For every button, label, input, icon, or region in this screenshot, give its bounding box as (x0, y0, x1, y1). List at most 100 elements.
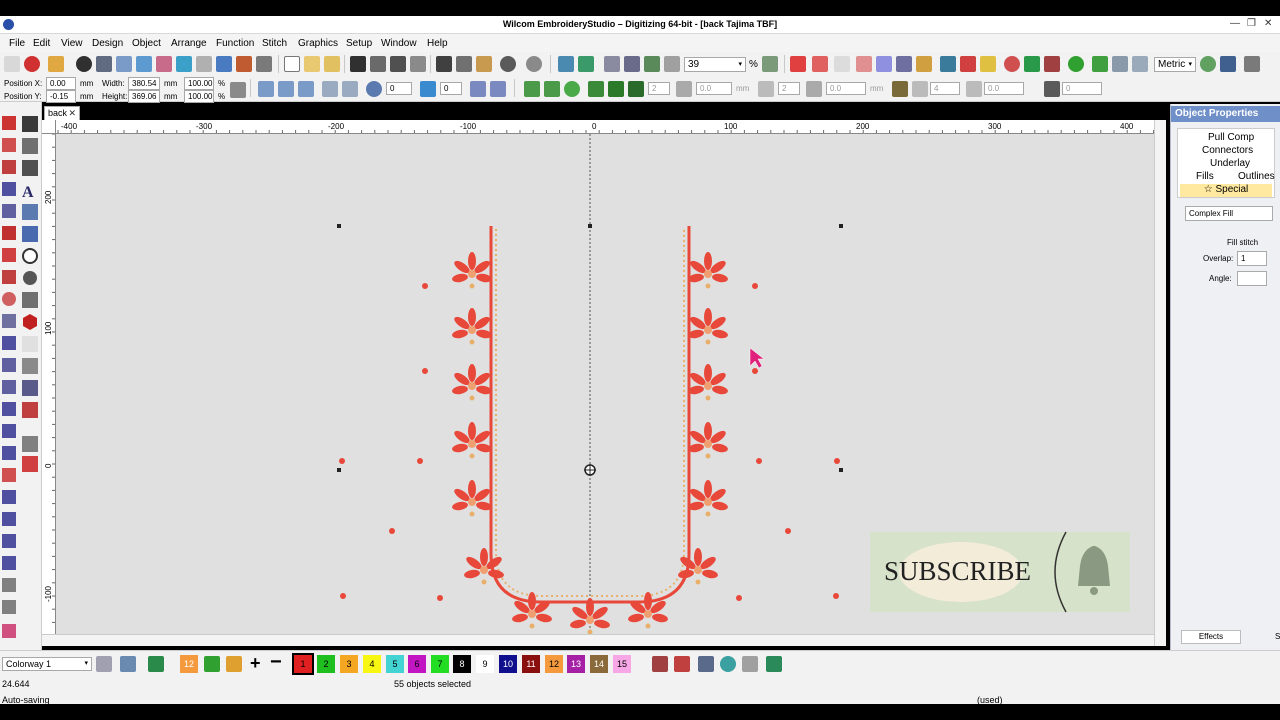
color-swatch[interactable]: 8 (453, 655, 471, 673)
dot-motif[interactable] (339, 458, 345, 464)
lettering-icon[interactable] (1004, 56, 1020, 72)
menu-arrange[interactable]: Arrange (171, 38, 207, 49)
menu-object[interactable]: Object (132, 38, 161, 49)
mirror-horizontal-icon[interactable] (524, 81, 540, 97)
selection-handle[interactable] (337, 224, 341, 228)
radius-icon[interactable] (966, 81, 982, 97)
width-field[interactable]: 380.54 (128, 77, 160, 90)
spacing-field-a[interactable]: 2 (648, 82, 670, 95)
column-icon[interactable] (806, 81, 822, 97)
monogram-tool[interactable] (22, 204, 38, 220)
spacing-field-b[interactable]: 0.0 (696, 82, 732, 95)
color-swatch[interactable]: 12 (545, 655, 563, 673)
dot-motif[interactable] (752, 283, 758, 289)
units-select[interactable]: Metric ▾ (1154, 57, 1196, 72)
vertical-scrollbar[interactable] (1154, 120, 1166, 646)
spacing-field-g[interactable]: 0 (1062, 82, 1102, 95)
flower-motif[interactable] (451, 252, 493, 289)
menu-function[interactable]: Function (216, 38, 254, 49)
flower-motif[interactable] (687, 422, 729, 459)
open-folder-icon[interactable] (304, 56, 320, 72)
row-icon[interactable] (758, 81, 774, 97)
scissors-tool[interactable] (2, 578, 16, 592)
colorway-grid-icon[interactable] (120, 656, 136, 672)
trueview-icon[interactable] (604, 56, 620, 72)
color-swatch[interactable]: 10 (499, 655, 517, 673)
dot-motif[interactable] (752, 368, 758, 374)
tab-underlay[interactable]: Underlay (1210, 158, 1250, 169)
rect-tool[interactable] (2, 468, 16, 482)
color-palette-icon[interactable] (652, 656, 668, 672)
color-swatch[interactable]: 1 (292, 653, 314, 675)
array-icon[interactable] (608, 81, 624, 97)
knife-tool[interactable] (22, 138, 38, 154)
hoop-view-icon[interactable] (1092, 56, 1108, 72)
dot-motif[interactable] (834, 458, 840, 464)
minimize-icon[interactable]: — (1230, 18, 1240, 29)
scale-width-field[interactable]: 100.00 (184, 77, 214, 90)
pointer-tool[interactable] (2, 116, 16, 130)
freehand-tool[interactable] (2, 534, 16, 548)
slash-icon[interactable] (698, 656, 714, 672)
menu-design[interactable]: Design (92, 38, 123, 49)
count-icon[interactable] (912, 81, 928, 97)
dot-motif[interactable] (340, 593, 346, 599)
thread-chart-icon[interactable] (674, 656, 690, 672)
color-wheel-icon[interactable] (720, 656, 736, 672)
dot-motif[interactable] (785, 528, 791, 534)
color-swatch[interactable]: 13 (567, 655, 585, 673)
ring-tool[interactable] (23, 271, 37, 285)
color-swatch[interactable]: 14 (590, 655, 608, 673)
kaleidoscope-icon[interactable] (588, 81, 604, 97)
star-icon[interactable] (980, 56, 996, 72)
tab-pull-comp[interactable]: Pull Comp (1208, 132, 1254, 143)
lettering-tool[interactable]: A (22, 184, 34, 201)
color-swatch[interactable]: 6 (408, 655, 426, 673)
heart-tool[interactable] (2, 624, 16, 638)
flower-motif[interactable] (451, 480, 493, 517)
info-icon[interactable] (76, 56, 92, 72)
frame-icon[interactable] (176, 56, 192, 72)
selection-handle[interactable] (839, 224, 843, 228)
connectors-view-icon[interactable] (644, 56, 660, 72)
dot-motif[interactable] (736, 595, 742, 601)
mirror-field[interactable]: 0 (440, 82, 462, 95)
blank-tool[interactable] (22, 336, 38, 352)
menu-file[interactable]: File (9, 38, 25, 49)
hand-icon[interactable] (664, 56, 680, 72)
sewing-tool[interactable] (22, 436, 38, 452)
undo-icon[interactable] (500, 56, 516, 72)
center-icon[interactable] (564, 81, 580, 97)
selection-handle[interactable] (839, 468, 843, 472)
reshape-icon[interactable] (490, 81, 506, 97)
arrow-icon[interactable] (1220, 56, 1236, 72)
document-tab[interactable]: back ✕ (44, 106, 80, 120)
ellipse-tool[interactable] (2, 490, 16, 504)
menu-setup[interactable]: Setup (346, 38, 372, 49)
input-c-tool[interactable] (2, 270, 16, 284)
thread-spool-icon[interactable] (766, 656, 782, 672)
loop-tool[interactable] (2, 402, 16, 416)
color-swatch[interactable]: 9 (476, 655, 494, 673)
wilcom-icon[interactable] (24, 56, 40, 72)
sequence-icon[interactable] (216, 56, 232, 72)
s-label[interactable]: S (1275, 632, 1280, 641)
stitch-player-icon[interactable] (558, 56, 574, 72)
tab-connectors[interactable]: Connectors (1202, 145, 1253, 156)
flip-icon[interactable] (470, 81, 486, 97)
curve-tool[interactable] (2, 336, 16, 350)
stitch-edit-tool[interactable] (2, 160, 16, 174)
needle-icon[interactable] (624, 56, 640, 72)
measure-icon[interactable] (762, 56, 778, 72)
tatami-icon[interactable] (812, 56, 828, 72)
dot-motif[interactable] (422, 368, 428, 374)
restore-icon[interactable]: ❐ (1247, 18, 1256, 29)
garment-icon[interactable] (148, 656, 164, 672)
tab-special[interactable]: ☆ Special (1180, 184, 1272, 197)
angle-icon[interactable] (1044, 81, 1060, 97)
spacing-field-d[interactable]: 0.0 (826, 82, 866, 95)
dot-motif[interactable] (389, 528, 395, 534)
scale-height-field[interactable]: 100.00 (184, 90, 214, 103)
spacing-field-f[interactable]: 0.0 (984, 82, 1024, 95)
pick-color-icon[interactable] (204, 656, 220, 672)
